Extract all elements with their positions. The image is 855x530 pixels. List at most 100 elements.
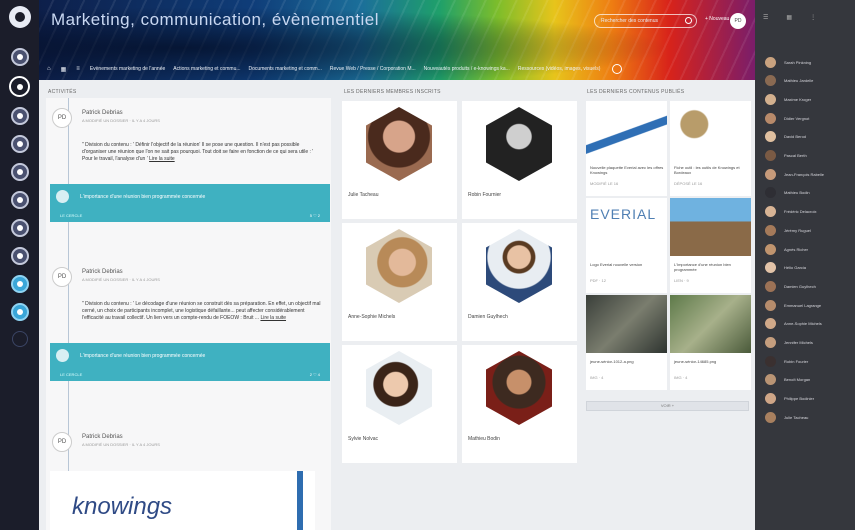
contact-name[interactable]: Jennifer Michels — [784, 340, 813, 345]
community-icon[interactable] — [10, 48, 29, 66]
kebab-icon[interactable]: ⋮ — [810, 14, 816, 21]
content-thumbnail[interactable] — [670, 295, 751, 353]
member-name[interactable]: Julie Tacheau — [348, 192, 379, 198]
app-logo-icon[interactable] — [8, 6, 31, 28]
contact-avatar[interactable] — [765, 150, 776, 161]
more-icon[interactable] — [11, 331, 28, 347]
content-card[interactable]: jeune-sénior-14685.png IMG · 4 — [670, 295, 751, 390]
grid-icon[interactable]: ▦ — [61, 66, 67, 73]
contact-item[interactable]: Anne-Sophie Michels — [765, 318, 822, 330]
contact-avatar[interactable] — [765, 93, 776, 105]
contact-name[interactable]: Maxime Kroger — [784, 97, 811, 102]
user-avatar[interactable]: PD — [730, 13, 746, 29]
member-card[interactable]: Damien Guylhech — [462, 223, 577, 341]
contact-name[interactable]: Mathieu Bodin — [784, 190, 810, 195]
contact-avatar[interactable] — [765, 337, 776, 348]
contact-avatar[interactable] — [765, 206, 776, 218]
contact-item[interactable]: Jennifer Michels — [765, 337, 813, 349]
contact-name[interactable]: Hélio Garcia — [784, 265, 806, 270]
contact-avatar[interactable] — [765, 168, 776, 180]
author-avatar[interactable]: PD — [52, 267, 72, 287]
contact-avatar[interactable] — [765, 112, 776, 124]
community-selected-icon[interactable] — [9, 76, 30, 97]
contact-name[interactable]: Sarah Pinkning — [784, 60, 811, 65]
contact-avatar[interactable] — [765, 56, 776, 68]
contact-item[interactable]: Damien Guylhech — [765, 280, 816, 292]
community-icon[interactable] — [10, 303, 29, 321]
member-name[interactable]: Sylvie Nolvac — [348, 436, 378, 442]
author-avatar[interactable]: PD — [52, 432, 72, 452]
read-more-link[interactable]: Lire la suite — [260, 315, 286, 321]
contact-item[interactable]: Frédéric Delacroix — [765, 206, 816, 218]
member-photo[interactable] — [366, 107, 432, 181]
content-title[interactable]: Fiche outil : les outils de Knowings et … — [674, 165, 748, 175]
author-name[interactable]: Patrick Debrias — [82, 269, 123, 275]
member-card[interactable]: Sylvie Nolvac — [342, 345, 457, 463]
content-thumbnail[interactable] — [670, 198, 751, 256]
contact-name[interactable]: Agnès Richer — [784, 247, 808, 252]
content-card[interactable]: EVERIAL Logo Everial nouvelle version PD… — [586, 198, 667, 293]
tab-resources[interactable]: Ressources (vidéos, images, visuels) — [518, 66, 601, 72]
member-photo[interactable] — [486, 229, 552, 303]
contact-name[interactable]: Anne-Sophie Michels — [784, 321, 822, 326]
grid-icon[interactable]: ▦ — [786, 14, 792, 21]
author-name[interactable]: Patrick Debrias — [82, 110, 123, 116]
content-card[interactable]: L'Importance d'une réunion bien programm… — [670, 198, 751, 293]
member-card[interactable]: Anne-Sophie Michels — [342, 223, 457, 341]
contact-avatar[interactable] — [765, 224, 776, 236]
document-preview[interactable]: knowings — [50, 471, 315, 530]
add-tab-icon[interactable] — [612, 64, 623, 74]
contact-item[interactable]: David Berod — [765, 131, 806, 143]
community-icon[interactable] — [10, 219, 29, 237]
content-title[interactable]: L'Importance d'une réunion bien programm… — [674, 262, 748, 272]
member-photo[interactable] — [366, 351, 432, 425]
contact-name[interactable]: Emmanuel Lagrange — [784, 303, 821, 308]
member-card[interactable]: Mathieu Bodin — [462, 345, 577, 463]
contact-avatar[interactable] — [765, 75, 776, 87]
author-name[interactable]: Patrick Debrias — [82, 434, 123, 440]
community-icon[interactable] — [10, 163, 29, 181]
contact-name[interactable]: Frédéric Delacroix — [784, 209, 816, 214]
tab-documents[interactable]: Documents marketing et comm... — [249, 66, 322, 72]
community-icon[interactable] — [10, 275, 29, 293]
shared-content-bar[interactable]: L'importance d'une réunion bien programm… — [50, 343, 330, 381]
contact-name[interactable]: Damien Guylhech — [784, 284, 816, 289]
menu-icon[interactable]: ≡ — [76, 66, 80, 72]
community-icon[interactable] — [10, 107, 29, 125]
tab-actions[interactable]: Actions marketing et commu... — [173, 66, 240, 72]
more-content-button[interactable]: VOIR + — [586, 401, 749, 411]
content-title[interactable]: Nouvelle plaquette Everial avec les offr… — [590, 165, 664, 175]
member-photo[interactable] — [486, 351, 552, 425]
shared-content-bar[interactable]: L'importance d'une réunion bien programm… — [50, 184, 330, 222]
contact-name[interactable]: Julie Tacheau — [784, 415, 808, 420]
community-icon[interactable] — [10, 191, 29, 209]
contact-avatar[interactable] — [765, 318, 776, 330]
contact-avatar[interactable] — [765, 280, 776, 292]
contact-item[interactable]: Mathieu Bodin — [765, 187, 810, 199]
new-button[interactable]: + Nouveau — [705, 16, 729, 22]
search-icon[interactable] — [685, 17, 692, 24]
contact-item[interactable]: Didier Vergnot — [765, 112, 809, 124]
read-more-link[interactable]: Lire la suite — [149, 156, 175, 162]
contact-name[interactable]: Mathieu Jardelle — [784, 78, 813, 83]
contact-item[interactable]: Jérémy Ruguel — [765, 224, 811, 236]
contact-avatar[interactable] — [765, 243, 776, 255]
content-thumbnail[interactable] — [586, 101, 667, 159]
contact-item[interactable]: Agnès Richer — [765, 243, 808, 255]
member-name[interactable]: Anne-Sophie Michels — [348, 314, 395, 320]
contact-item[interactable]: Sarah Pinkning — [765, 56, 811, 68]
contact-name[interactable]: Jean-François Rabelle — [784, 172, 824, 177]
contact-avatar[interactable] — [765, 411, 776, 423]
contact-name[interactable]: Benoît Morgan — [784, 377, 810, 382]
contact-name[interactable]: Philippe Bodinier — [784, 396, 814, 401]
contact-item[interactable]: Mathieu Jardelle — [765, 75, 813, 87]
menu-icon[interactable]: ☰ — [763, 14, 768, 21]
contact-avatar[interactable] — [765, 393, 776, 405]
contact-item[interactable]: Julie Tacheau — [765, 411, 808, 423]
member-photo[interactable] — [366, 229, 432, 303]
contact-item[interactable]: Maxime Kroger — [765, 93, 811, 105]
community-icon[interactable] — [10, 247, 29, 265]
contact-avatar[interactable] — [765, 374, 776, 386]
contact-name[interactable]: David Berod — [784, 134, 806, 139]
home-icon[interactable]: ⌂ — [47, 66, 51, 72]
